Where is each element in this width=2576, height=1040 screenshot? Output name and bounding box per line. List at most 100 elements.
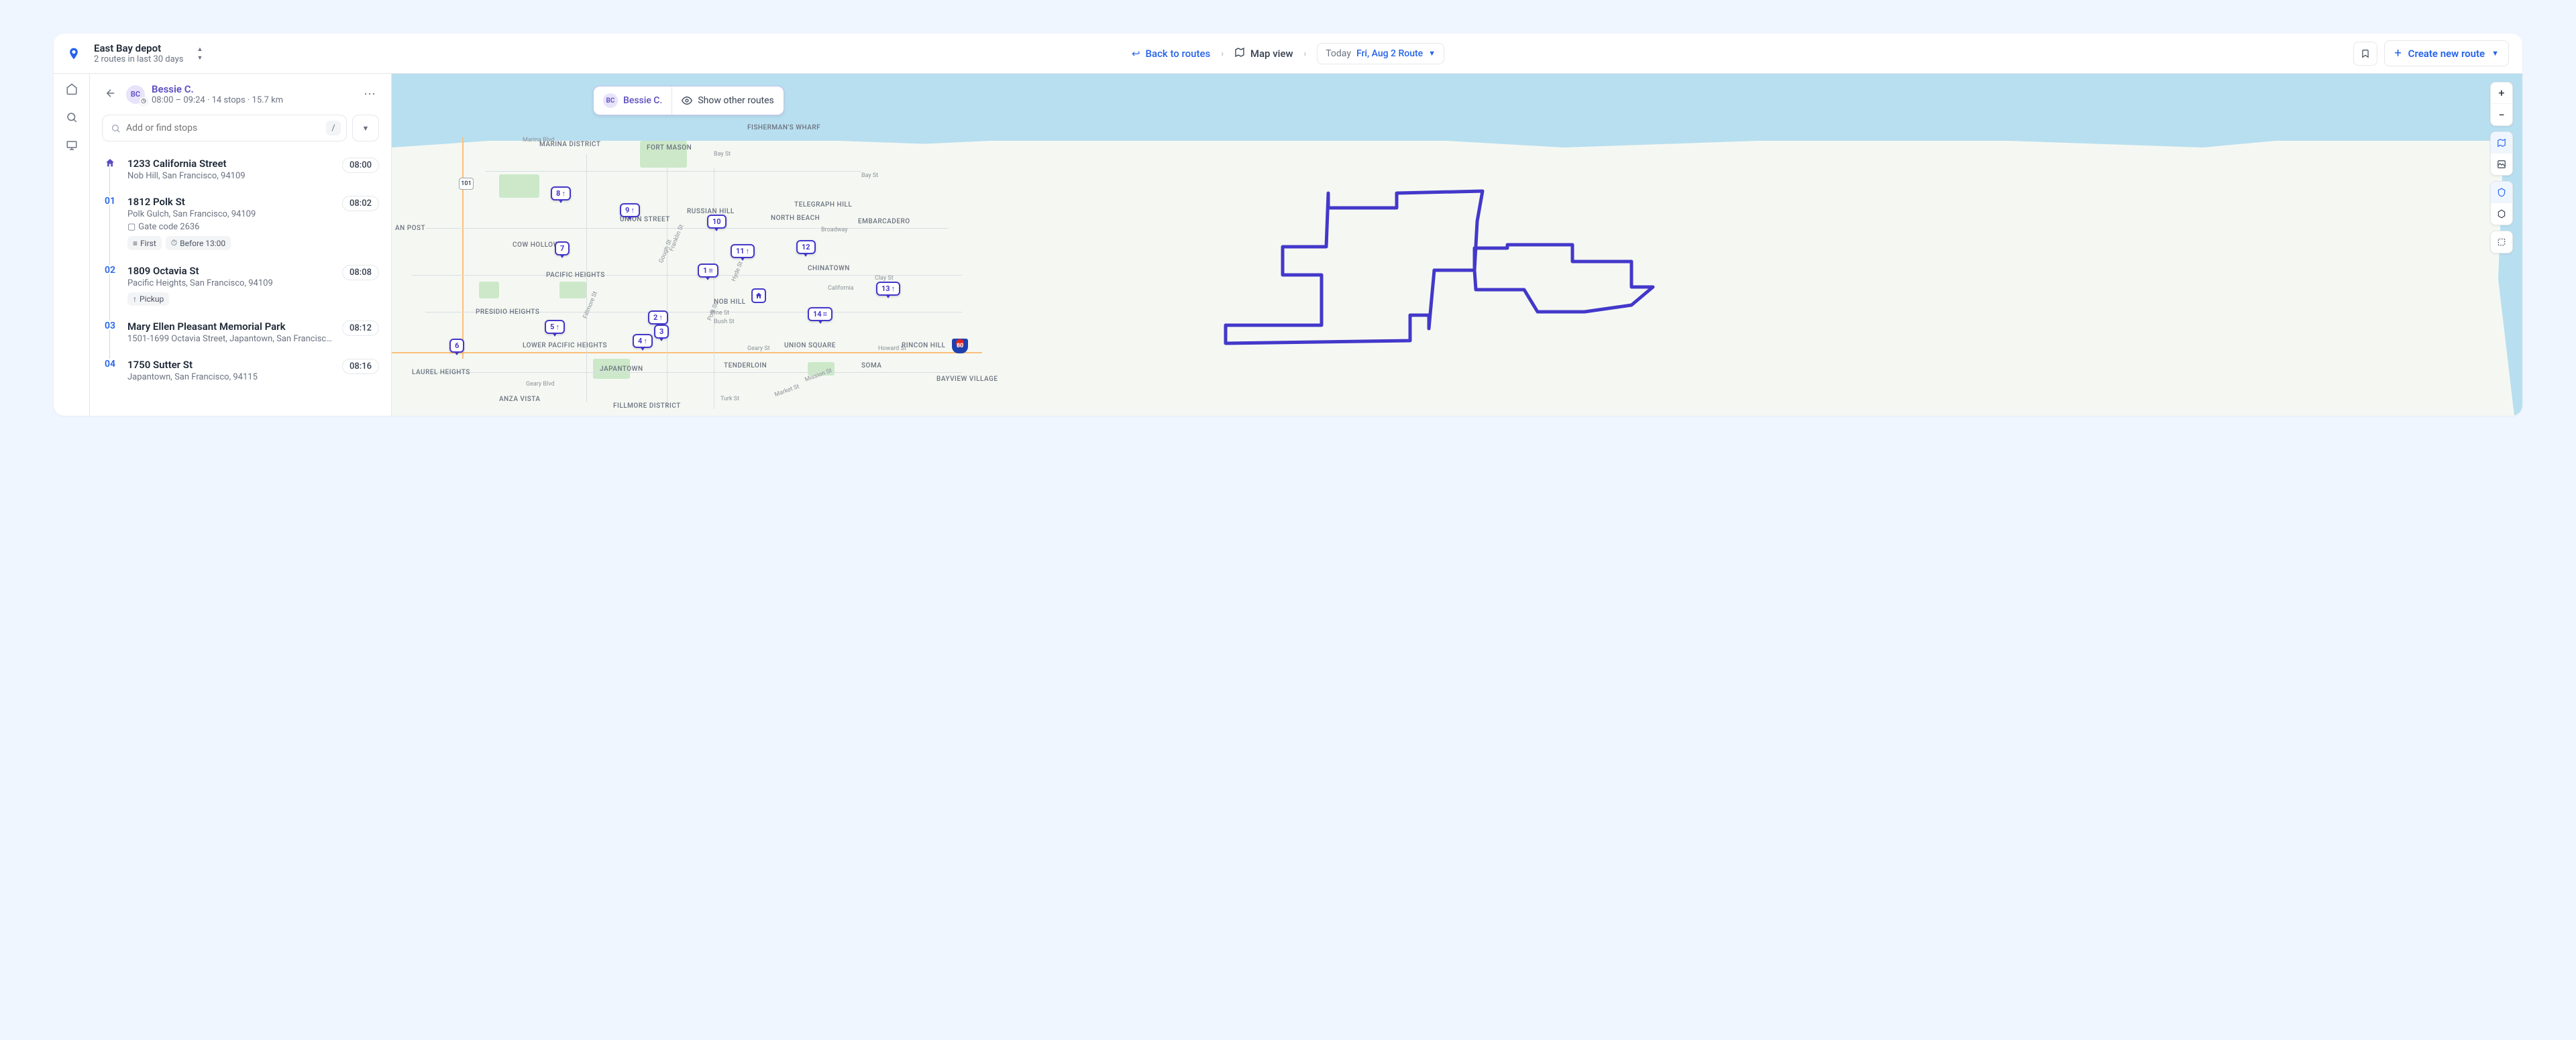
marker-number: 12 <box>802 243 810 251</box>
chevron-right-icon: › <box>1300 49 1311 58</box>
stop-number: 01 <box>105 196 115 250</box>
select-icon <box>2497 237 2506 247</box>
route-marker-5[interactable]: 5↑ <box>545 320 565 334</box>
route-marker-6[interactable]: 6 <box>449 339 464 353</box>
marker-number: 14 <box>813 310 822 319</box>
depot-info: East Bay depot 2 routes in last 30 days <box>94 42 183 64</box>
chevron-down-icon: ▼ <box>362 124 370 133</box>
marker-icon: ↑ <box>746 247 750 255</box>
nav-search[interactable] <box>66 111 78 126</box>
map-icon <box>1234 47 1245 60</box>
back-to-routes-link[interactable]: ↩ Back to routes <box>1132 48 1210 60</box>
route-marker-14[interactable]: 14≡ <box>808 307 833 321</box>
marker-icon: ≡ <box>823 310 827 319</box>
marker-shield-button[interactable] <box>2491 182 2512 203</box>
create-route-label: Create new route <box>2408 48 2485 60</box>
route-marker-7[interactable]: 7 <box>555 241 570 255</box>
route-marker-2[interactable]: 2↑ <box>648 310 668 325</box>
map-icon <box>2497 138 2506 148</box>
chevron-right-icon: › <box>1217 49 1228 58</box>
chevron-down-icon: ▼ <box>197 54 203 62</box>
stop-item[interactable]: 041750 Sutter StJapantown, San Francisco… <box>102 353 379 392</box>
show-other-routes[interactable]: Show other routes <box>672 89 783 113</box>
map-label: JAPANTOWN <box>600 365 643 373</box>
layer-controls <box>2490 131 2513 176</box>
minus-icon: − <box>2499 109 2505 121</box>
stop-address: Japantown, San Francisco, 94115 <box>127 372 333 382</box>
nav-home[interactable] <box>66 83 78 98</box>
marker-number: 13 <box>881 284 890 293</box>
create-route-button[interactable]: + Create new route ▼ <box>2384 40 2509 66</box>
map-view-label: Map view <box>1250 48 1293 60</box>
chip-icon: ⏱ <box>171 238 177 248</box>
overlay-driver-name: Bessie C. <box>623 95 662 106</box>
satellite-layer-button[interactable] <box>2491 154 2512 175</box>
show-other-label: Show other routes <box>698 95 773 106</box>
stop-chips: ≡First⏱Before 13:00 <box>127 236 333 250</box>
back-label: Back to routes <box>1146 48 1211 60</box>
panel-menu-button[interactable]: ⋯ <box>361 84 379 104</box>
stop-time: 08:08 <box>342 265 379 280</box>
zoom-out-button[interactable]: − <box>2491 104 2512 125</box>
driver-avatar: BC ◷ <box>126 85 145 104</box>
stop-search[interactable]: / <box>102 115 347 141</box>
depot-switcher[interactable]: ▲ ▼ <box>197 46 203 62</box>
map-home-marker[interactable] <box>751 288 766 303</box>
chip-icon: ≡ <box>133 239 138 248</box>
route-marker-8[interactable]: 8↑ <box>551 186 571 200</box>
today-label: Today <box>1326 48 1351 59</box>
stop-item[interactable]: 011812 Polk StPolk Gulch, San Francisco,… <box>102 190 379 259</box>
note-icon: ▢ <box>127 222 136 232</box>
road-label: Turk St <box>720 396 739 402</box>
driver-info: Bessie C. 08:00 – 09:24 · 14 stops · 15.… <box>152 83 283 105</box>
map-driver-overlay: BC Bessie C. Show other routes <box>593 86 784 115</box>
route-marker-4[interactable]: 4↑ <box>633 334 653 348</box>
route-marker-3[interactable]: 3 <box>654 325 669 339</box>
stop-options-button[interactable]: ▼ <box>352 115 379 141</box>
road-label: Bay St <box>714 151 731 158</box>
bookmark-button[interactable] <box>2353 42 2377 66</box>
route-marker-10[interactable]: 10 <box>707 215 727 229</box>
map-label: FORT MASON <box>647 144 692 152</box>
nav-present[interactable] <box>66 139 78 154</box>
marker-pin-button[interactable] <box>2491 203 2512 225</box>
road-label: Broadway <box>821 227 848 233</box>
app-window: East Bay depot 2 routes in last 30 days … <box>54 34 2522 416</box>
depot-subtitle: 2 routes in last 30 days <box>94 54 183 64</box>
stop-item[interactable]: 021809 Octavia StPacific Heights, San Fr… <box>102 259 379 315</box>
zoom-in-button[interactable]: + <box>2491 82 2512 104</box>
road-label: California <box>828 285 854 292</box>
map-label: CHINATOWN <box>808 265 850 272</box>
road-label: Geary Blvd <box>526 381 555 388</box>
route-marker-11[interactable]: 11↑ <box>731 244 755 258</box>
map-layer-button[interactable] <box>2491 132 2512 154</box>
overlay-driver[interactable]: BC Bessie C. <box>594 86 672 115</box>
map-label: LAUREL HEIGHTS <box>412 369 470 376</box>
marker-number: 8 <box>556 189 560 198</box>
road-label: Marina Blvd <box>523 137 554 143</box>
date-route-selector[interactable]: Today Fri, Aug 2 Route ▼ <box>1317 43 1444 64</box>
route-marker-12[interactable]: 12 <box>796 240 816 254</box>
marker-number: 2 <box>653 313 657 322</box>
road-label: Clay St <box>875 275 894 282</box>
depot-name: East Bay depot <box>94 42 183 54</box>
route-marker-9[interactable]: 9↑ <box>620 203 640 217</box>
area-select-button[interactable] <box>2491 231 2512 253</box>
panel-back-button[interactable] <box>102 84 119 105</box>
home-icon <box>755 292 763 300</box>
route-panel: BC ◷ Bessie C. 08:00 – 09:24 · 14 stops … <box>90 74 392 416</box>
select-controls <box>2490 231 2513 253</box>
search-input[interactable] <box>126 123 321 133</box>
dots-icon: ⋯ <box>364 87 376 101</box>
stop-time: 08:12 <box>342 321 379 336</box>
map-label: AN POST <box>395 225 425 232</box>
chip: ⏱Before 13:00 <box>166 236 231 250</box>
map-area[interactable]: MARINA DISTRICT FORT MASON FISHERMAN'S W… <box>392 74 2522 416</box>
route-marker-1[interactable]: 1≡ <box>698 264 718 278</box>
zoom-controls: + − <box>2490 82 2513 126</box>
presentation-icon <box>66 139 78 152</box>
stop-item[interactable]: 1233 California StreetNob Hill, San Fran… <box>102 152 379 190</box>
map-label: UNION SQUARE <box>784 342 836 349</box>
route-marker-13[interactable]: 13↑ <box>876 282 900 296</box>
stop-item[interactable]: 03Mary Ellen Pleasant Memorial Park1501-… <box>102 315 379 353</box>
